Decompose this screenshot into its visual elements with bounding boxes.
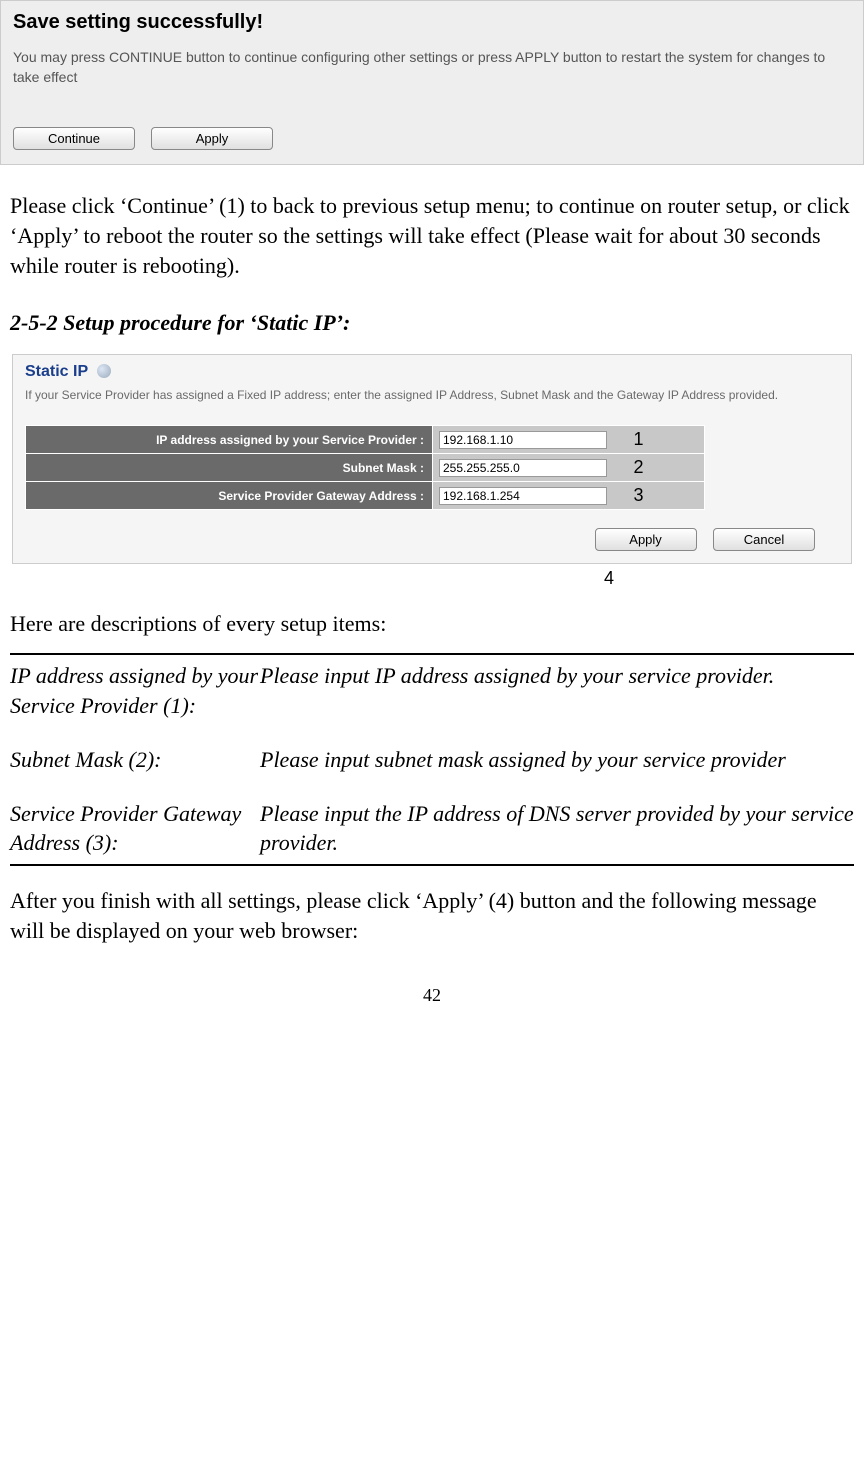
- desc-row: Subnet Mask (2): Please input subnet mas…: [10, 745, 854, 799]
- subnet-mask-input[interactable]: [439, 459, 607, 477]
- ip-address-input[interactable]: [439, 431, 607, 449]
- desc-row: IP address assigned by your Service Prov…: [10, 661, 854, 744]
- panel-subtext: You may press CONTINUE button to continu…: [13, 48, 851, 87]
- desc-term: IP address assigned by your Service Prov…: [10, 661, 260, 744]
- continue-button[interactable]: Continue: [13, 127, 135, 150]
- gateway-address-input[interactable]: [439, 487, 607, 505]
- apply-button[interactable]: Apply: [151, 127, 273, 150]
- desc-def: Please input subnet mask assigned by you…: [260, 745, 854, 799]
- desc-def: Please input IP address assigned by your…: [260, 661, 854, 744]
- static-ip-title: Static IP: [25, 363, 88, 381]
- description-intro: Here are descriptions of every setup ite…: [0, 589, 864, 653]
- desc-row: Service Provider Gateway Address (3): Pl…: [10, 799, 854, 860]
- table-row: Service Provider Gateway Address : 3: [26, 482, 705, 510]
- table-row: IP address assigned by your Service Prov…: [26, 426, 705, 454]
- desc-term: Service Provider Gateway Address (3):: [10, 799, 260, 860]
- panel-title: Save setting successfully!: [13, 11, 851, 34]
- paragraph-2: After you finish with all settings, plea…: [0, 866, 864, 945]
- help-icon[interactable]: [97, 364, 111, 378]
- ip-address-label: IP address assigned by your Service Prov…: [26, 426, 433, 454]
- annotation-3: 3: [633, 485, 643, 505]
- save-success-panel: Save setting successfully! You may press…: [0, 0, 864, 165]
- static-ip-desc: If your Service Provider has assigned a …: [25, 387, 839, 403]
- paragraph-1: Please click ‘Continue’ (1) to back to p…: [0, 185, 864, 280]
- desc-term: Subnet Mask (2):: [10, 745, 260, 799]
- static-ip-panel: Static IP If your Service Provider has a…: [12, 354, 852, 564]
- static-ip-apply-button[interactable]: Apply: [595, 528, 697, 551]
- desc-def: Please input the IP address of DNS serve…: [260, 799, 854, 860]
- static-ip-cancel-button[interactable]: Cancel: [713, 528, 815, 551]
- annotation-4: 4: [0, 568, 852, 589]
- subnet-mask-label: Subnet Mask :: [26, 454, 433, 482]
- table-row: Subnet Mask : 2: [26, 454, 705, 482]
- config-table: IP address assigned by your Service Prov…: [25, 425, 705, 510]
- annotation-2: 2: [633, 457, 643, 477]
- page-number: 42: [0, 985, 864, 1016]
- annotation-1: 1: [633, 429, 643, 449]
- section-heading: 2-5-2 Setup procedure for ‘Static IP’:: [0, 280, 864, 354]
- description-table: IP address assigned by your Service Prov…: [10, 653, 854, 865]
- gateway-address-label: Service Provider Gateway Address :: [26, 482, 433, 510]
